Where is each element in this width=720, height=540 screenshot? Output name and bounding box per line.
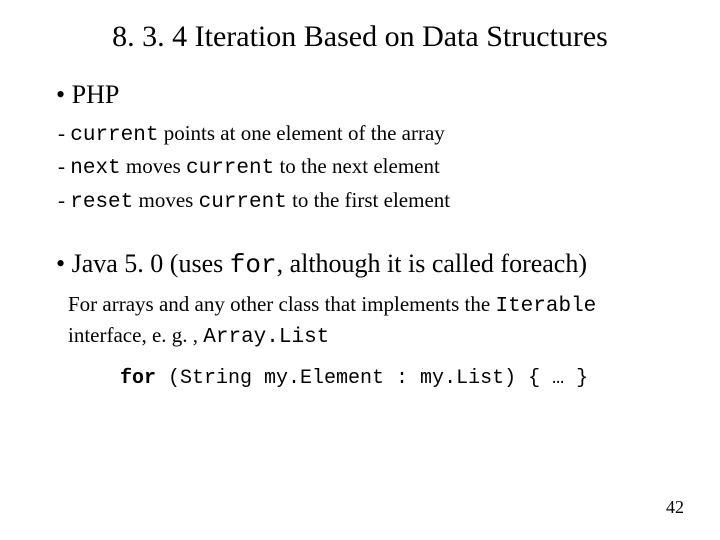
code-next: next bbox=[70, 157, 120, 180]
sub-item-current: - current points at one element of the a… bbox=[58, 118, 680, 151]
dash: - bbox=[58, 121, 70, 145]
text: points at one element of the array bbox=[158, 121, 444, 145]
bullet-php: • PHP bbox=[40, 80, 680, 110]
page-number: 42 bbox=[666, 497, 684, 518]
text: For arrays and any other class that impl… bbox=[68, 292, 495, 316]
text: to the next element bbox=[274, 154, 440, 178]
text: interface, e. g. , bbox=[68, 323, 203, 347]
code-for: for bbox=[230, 250, 277, 280]
dash: - bbox=[58, 188, 70, 212]
text: moves bbox=[121, 154, 186, 178]
code-current: current bbox=[70, 124, 158, 147]
code-current: current bbox=[186, 157, 274, 180]
code-keyword-for: for bbox=[120, 367, 156, 390]
code-body: (String my.Element : my.List) { … } bbox=[156, 367, 588, 390]
code-arraylist: Array.List bbox=[203, 326, 329, 349]
code-example: for (String my.Element : my.List) { … } bbox=[120, 367, 680, 390]
slide: 8. 3. 4 Iteration Based on Data Structur… bbox=[0, 0, 720, 540]
bullet-java: • Java 5. 0 (uses for, although it is ca… bbox=[40, 248, 680, 282]
sub-item-reset: - reset moves current to the first eleme… bbox=[58, 185, 680, 218]
java-description: For arrays and any other class that impl… bbox=[68, 290, 680, 353]
code-current: current bbox=[199, 191, 287, 214]
slide-title: 8. 3. 4 Iteration Based on Data Structur… bbox=[40, 20, 680, 54]
sub-item-next: - next moves current to the next element bbox=[58, 151, 680, 184]
dash: - bbox=[58, 154, 70, 178]
code-iterable: Iterable bbox=[495, 295, 596, 318]
php-sub-items: - current points at one element of the a… bbox=[58, 118, 680, 218]
text: moves bbox=[133, 188, 198, 212]
text: to the first element bbox=[287, 188, 450, 212]
text: • Java 5. 0 (uses bbox=[56, 249, 230, 278]
code-reset: reset bbox=[70, 191, 133, 214]
text: , although it is called foreach) bbox=[277, 249, 587, 278]
